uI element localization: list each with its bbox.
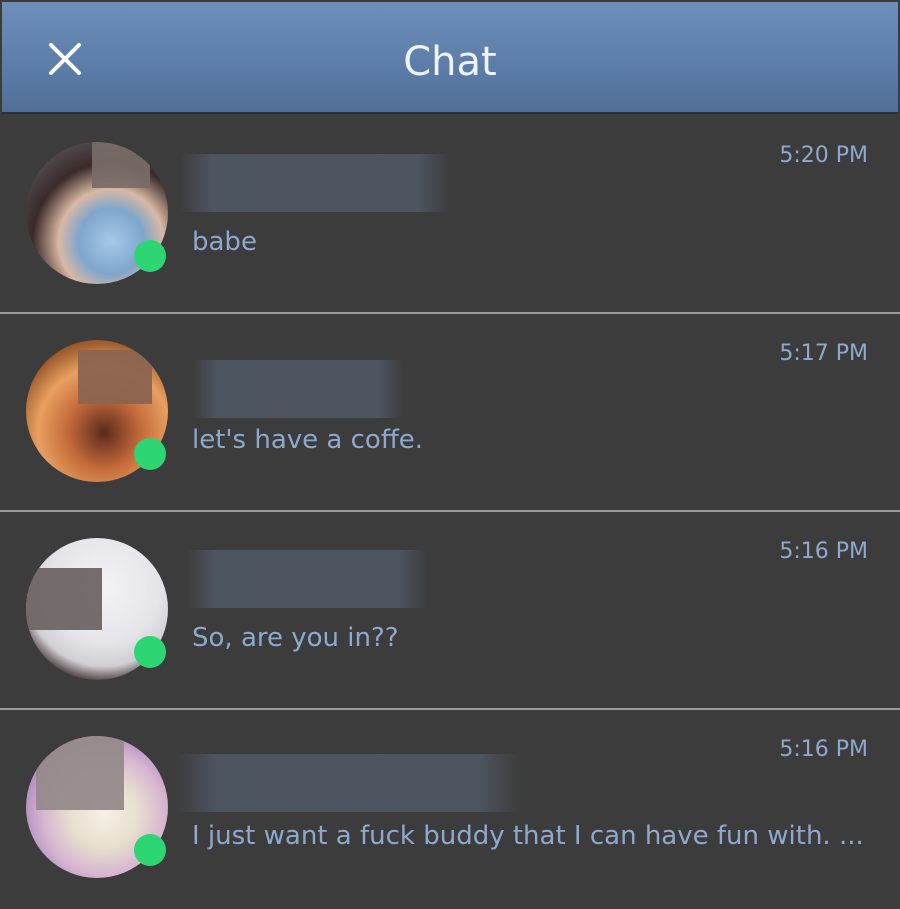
contact-name-redacted [180,154,450,212]
message-preview: babe [192,227,257,257]
avatar-censor-block [36,736,124,810]
chat-list-item[interactable]: 5:17 PM let's have a coffe. [0,314,900,512]
message-preview: So, are you in?? [192,623,399,653]
online-status-icon [134,834,166,866]
contact-name-redacted [186,550,428,608]
message-preview: I just want a fuck buddy that I can have… [192,821,864,851]
message-timestamp: 5:17 PM [779,341,868,366]
message-timestamp: 5:16 PM [779,539,868,564]
page-title: Chat [403,39,497,85]
chat-list-item[interactable]: 5:16 PM So, are you in?? [0,512,900,710]
message-timestamp: 5:20 PM [779,143,868,168]
chat-window: Chat 5:20 PM babe 5:17 PM let's have a c… [0,0,900,909]
avatar-censor-block [26,568,102,630]
chat-header: Chat [2,2,898,114]
chat-list: 5:20 PM babe 5:17 PM let's have a coffe.… [0,116,900,906]
message-preview: let's have a coffe. [192,425,424,455]
chat-list-item[interactable]: 5:20 PM babe [0,116,900,314]
message-timestamp: 5:16 PM [779,737,868,762]
contact-name-redacted [192,360,404,418]
contact-name-redacted [176,754,520,812]
chat-list-item[interactable]: 5:16 PM I just want a fuck buddy that I … [0,710,900,906]
avatar-censor-block [78,350,152,404]
online-status-icon [134,438,166,470]
online-status-icon [134,636,166,668]
avatar-censor-block [92,142,150,188]
online-status-icon [134,240,166,272]
